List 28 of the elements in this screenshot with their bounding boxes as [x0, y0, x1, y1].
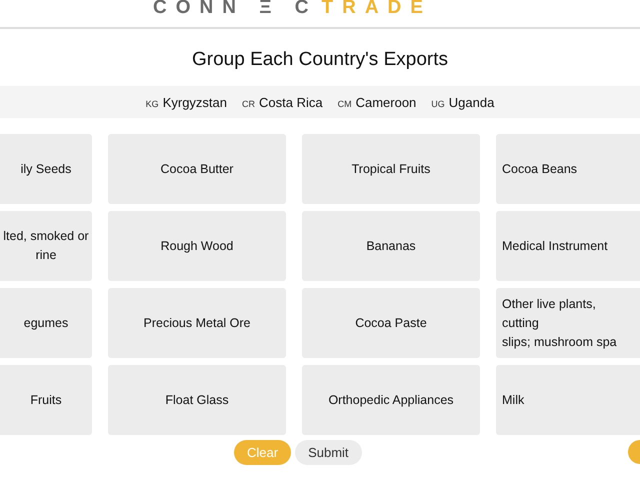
country-code: CM: [338, 98, 352, 108]
country-code: UG: [431, 98, 445, 108]
submit-button[interactable]: Submit: [295, 440, 362, 465]
country-name: Uganda: [448, 94, 494, 110]
product-card[interactable]: Bananas: [302, 211, 480, 281]
page-title: Group Each Country's Exports: [192, 49, 448, 72]
product-card[interactable]: Fruits: [0, 365, 92, 435]
country-code: CR: [242, 98, 255, 108]
product-card[interactable]: Medical Instrument: [496, 211, 640, 281]
product-card[interactable]: Cocoa Butter: [108, 134, 286, 204]
logo-text: TRADE: [322, 0, 432, 20]
product-card[interactable]: Cocoa Beans: [496, 134, 640, 204]
product-card[interactable]: Rough Wood: [108, 211, 286, 281]
product-card[interactable]: Orthopedic Appliances: [302, 365, 480, 435]
product-card[interactable]: ily Seeds: [0, 134, 92, 204]
product-card[interactable]: Cocoa Paste: [302, 288, 480, 358]
country-name: Costa Rica: [259, 94, 323, 110]
country-name: Kyrgyzstan: [162, 94, 227, 110]
country-name: Cameroon: [356, 94, 416, 110]
logo-text: CONN Ξ C: [153, 0, 318, 20]
country-code: KG: [146, 98, 159, 108]
product-card[interactable]: Other live plants, cutting slips; mushroom spa: [496, 288, 640, 358]
product-card[interactable]: lted, smoked or rine: [0, 211, 92, 281]
product-card[interactable]: Precious Metal Ore: [108, 288, 286, 358]
product-card[interactable]: Float Glass: [108, 365, 286, 435]
product-card[interactable]: egumes: [0, 288, 92, 358]
product-card[interactable]: Milk: [496, 365, 640, 435]
product-card[interactable]: Tropical Fruits: [302, 134, 480, 204]
